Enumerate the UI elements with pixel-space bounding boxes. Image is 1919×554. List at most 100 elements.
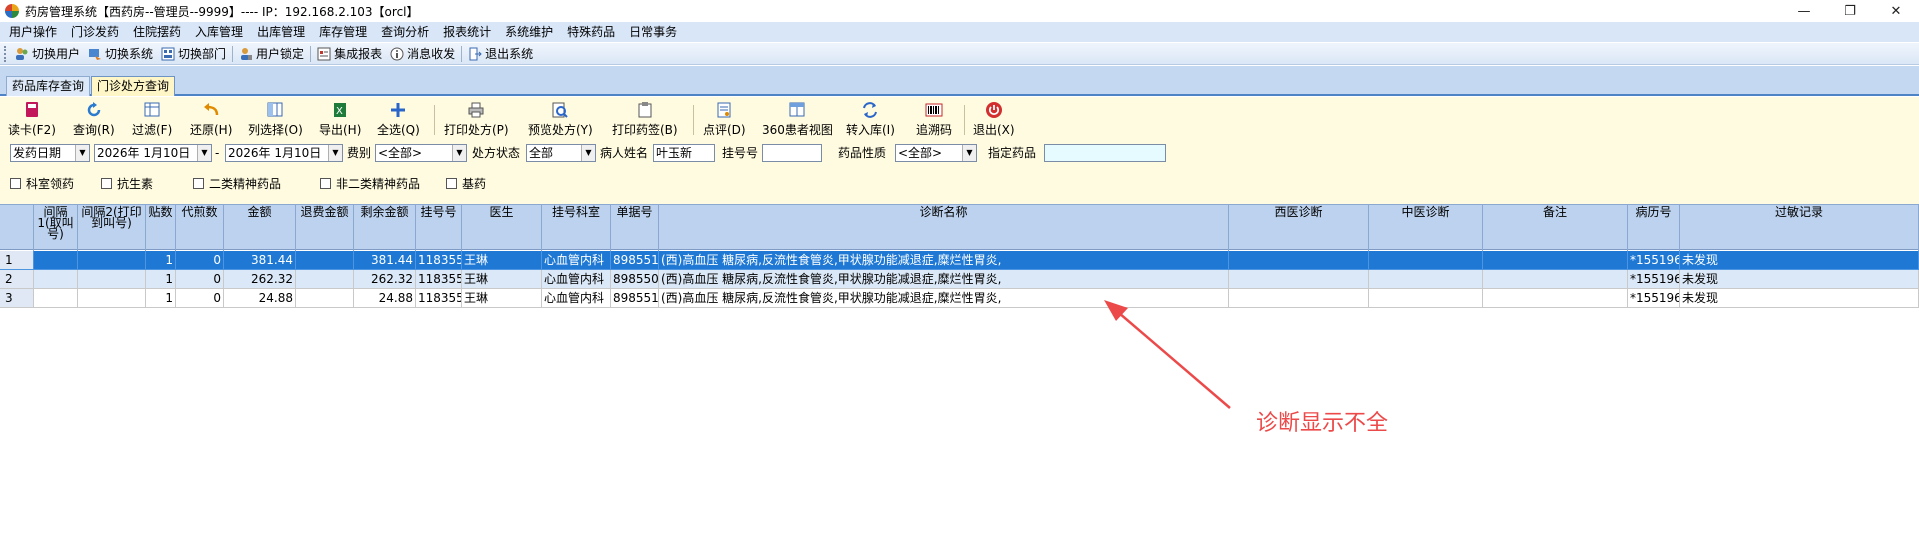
- checkbox-box[interactable]: [10, 178, 21, 189]
- cell-refund-amount[interactable]: [296, 251, 354, 270]
- date-type-select[interactable]: 发药日期 ▼: [10, 144, 90, 162]
- menu-daily-affairs[interactable]: 日常事务: [622, 22, 684, 42]
- header-refund-amount[interactable]: 退费金额: [296, 205, 354, 251]
- cell-reg-no[interactable]: 118355: [416, 289, 462, 308]
- select-all-button[interactable]: 全选(Q): [377, 101, 420, 139]
- cell-remaining-amount[interactable]: 262.32: [354, 270, 416, 289]
- cell-doc-no[interactable]: 898550: [611, 270, 659, 289]
- cell-reg-dept[interactable]: 心血管内科: [542, 289, 611, 308]
- cell-doses[interactable]: 1: [146, 270, 176, 289]
- switch-user-button[interactable]: 切换用户: [11, 44, 84, 64]
- header-remark[interactable]: 备注: [1483, 205, 1628, 251]
- cell-record-no[interactable]: *155196: [1628, 289, 1680, 308]
- cell-interval2[interactable]: [78, 270, 146, 289]
- cell-interval1[interactable]: [34, 270, 78, 289]
- table-row[interactable]: 1 1 0 381.44 381.44 118355 王琳 心血管内科 8985…: [0, 251, 1919, 270]
- cell-allergy[interactable]: 未发现: [1680, 270, 1919, 289]
- cell-remaining-amount[interactable]: 381.44: [354, 251, 416, 270]
- patient-name-input[interactable]: 叶玉新: [653, 144, 715, 162]
- table-row[interactable]: 2 1 0 262.32 262.32 118355 王琳 心血管内科 8985…: [0, 270, 1919, 289]
- cell-decoction-count[interactable]: 0: [176, 251, 224, 270]
- review-button[interactable]: 点评(D): [703, 101, 746, 139]
- toolbar-grip[interactable]: [4, 45, 7, 62]
- cell-interval1[interactable]: [34, 251, 78, 270]
- menu-query-analysis[interactable]: 查询分析: [374, 22, 436, 42]
- cell-interval2[interactable]: [78, 289, 146, 308]
- header-decoction-count[interactable]: 代煎数: [176, 205, 224, 251]
- cell-decoction-count[interactable]: 0: [176, 270, 224, 289]
- fee-type-select[interactable]: <全部> ▼: [375, 144, 467, 162]
- header-doctor[interactable]: 医生: [462, 205, 542, 251]
- menu-system-maintenance[interactable]: 系统维护: [498, 22, 560, 42]
- rx-status-select[interactable]: 全部 ▼: [526, 144, 596, 162]
- cell-diagnosis[interactable]: (西)高血压 糖尿病,反流性食管炎,甲状腺功能减退症,糜烂性胃炎,: [659, 270, 1229, 289]
- export-button[interactable]: X 导出(H): [319, 101, 361, 139]
- integrated-report-button[interactable]: 集成报表: [313, 44, 386, 64]
- menu-stock-out[interactable]: 出库管理: [250, 22, 312, 42]
- cell-doctor[interactable]: 王琳: [462, 289, 542, 308]
- cell-amount[interactable]: 381.44: [224, 251, 296, 270]
- table-row[interactable]: 3 1 0 24.88 24.88 118355 王琳 心血管内科 898551…: [0, 289, 1919, 308]
- checkbox-box[interactable]: [101, 178, 112, 189]
- checkbox-box[interactable]: [320, 178, 331, 189]
- exit-system-button[interactable]: 退出系统: [464, 44, 537, 64]
- read-card-button[interactable]: 读卡(F2): [8, 101, 56, 139]
- column-select-button[interactable]: 列选择(O): [248, 101, 303, 139]
- essential-drug-checkbox[interactable]: 基药: [446, 175, 486, 192]
- header-doses[interactable]: 贴数: [146, 205, 176, 251]
- cell-doses[interactable]: 1: [146, 289, 176, 308]
- close-button[interactable]: ✕: [1873, 0, 1919, 22]
- header-reg-dept[interactable]: 挂号科室: [542, 205, 611, 251]
- menu-special-drugs[interactable]: 特殊药品: [560, 22, 622, 42]
- cell-allergy[interactable]: 未发现: [1680, 289, 1919, 308]
- user-lock-button[interactable]: 用户锁定: [235, 44, 308, 64]
- tab-outpatient-rx-query[interactable]: 门诊处方查询: [91, 76, 176, 96]
- cell-diagnosis[interactable]: (西)高血压 糖尿病,反流性食管炎,甲状腺功能减退症,糜烂性胃炎,: [659, 289, 1229, 308]
- header-remaining-amount[interactable]: 剩余金额: [354, 205, 416, 251]
- preview-rx-button[interactable]: 预览处方(Y): [528, 101, 593, 139]
- non-class2-psych-checkbox[interactable]: 非二类精神药品: [320, 175, 420, 192]
- checkbox-box[interactable]: [193, 178, 204, 189]
- cell-amount[interactable]: 262.32: [224, 270, 296, 289]
- cell-remaining-amount[interactable]: 24.88: [354, 289, 416, 308]
- cell-doc-no[interactable]: 898551: [611, 251, 659, 270]
- cell-doctor[interactable]: 王琳: [462, 251, 542, 270]
- exit-button[interactable]: 退出(X): [973, 101, 1015, 139]
- drug-nature-select[interactable]: <全部> ▼: [895, 144, 977, 162]
- menu-outpatient-dispense[interactable]: 门诊发药: [64, 22, 126, 42]
- cell-western-diagnosis[interactable]: [1229, 289, 1369, 308]
- cell-allergy[interactable]: 未发现: [1680, 251, 1919, 270]
- cell-remark[interactable]: [1483, 289, 1628, 308]
- header-western-diagnosis[interactable]: 西医诊断: [1229, 205, 1369, 251]
- antibiotic-checkbox[interactable]: 抗生素: [101, 175, 153, 192]
- cell-remark[interactable]: [1483, 270, 1628, 289]
- menu-stock-in[interactable]: 入库管理: [188, 22, 250, 42]
- header-record-no[interactable]: 病历号: [1628, 205, 1680, 251]
- menu-inpatient-dispense[interactable]: 住院摆药: [126, 22, 188, 42]
- cell-amount[interactable]: 24.88: [224, 289, 296, 308]
- header-amount[interactable]: 金额: [224, 205, 296, 251]
- cell-interval2[interactable]: [78, 251, 146, 270]
- header-interval2[interactable]: 间隔2(打印到叫号): [78, 205, 146, 251]
- switch-dept-button[interactable]: 切换部门: [157, 44, 230, 64]
- cell-western-diagnosis[interactable]: [1229, 270, 1369, 289]
- header-reg-no[interactable]: 挂号号: [416, 205, 462, 251]
- switch-system-button[interactable]: 切换系统: [84, 44, 157, 64]
- minimize-button[interactable]: —: [1781, 0, 1827, 22]
- cell-decoction-count[interactable]: 0: [176, 289, 224, 308]
- date-from-picker[interactable]: 2026年 1月10日 ▼: [94, 144, 212, 162]
- checkbox-box[interactable]: [446, 178, 457, 189]
- cell-diagnosis[interactable]: (西)高血压 糖尿病,反流性食管炎,甲状腺功能减退症,糜烂性胃炎,: [659, 251, 1229, 270]
- cell-reg-dept[interactable]: 心血管内科: [542, 251, 611, 270]
- cell-interval1[interactable]: [34, 289, 78, 308]
- cell-reg-no[interactable]: 118355: [416, 270, 462, 289]
- cell-refund-amount[interactable]: [296, 289, 354, 308]
- cell-tcm-diagnosis[interactable]: [1369, 270, 1483, 289]
- print-rx-button[interactable]: 打印处方(P): [444, 101, 509, 139]
- header-allergy[interactable]: 过敏记录: [1680, 205, 1919, 251]
- filter-button[interactable]: 过滤(F): [132, 101, 172, 139]
- class2-psych-checkbox[interactable]: 二类精神药品: [193, 175, 281, 192]
- cell-refund-amount[interactable]: [296, 270, 354, 289]
- cell-reg-dept[interactable]: 心血管内科: [542, 270, 611, 289]
- menu-user-ops[interactable]: 用户操作: [2, 22, 64, 42]
